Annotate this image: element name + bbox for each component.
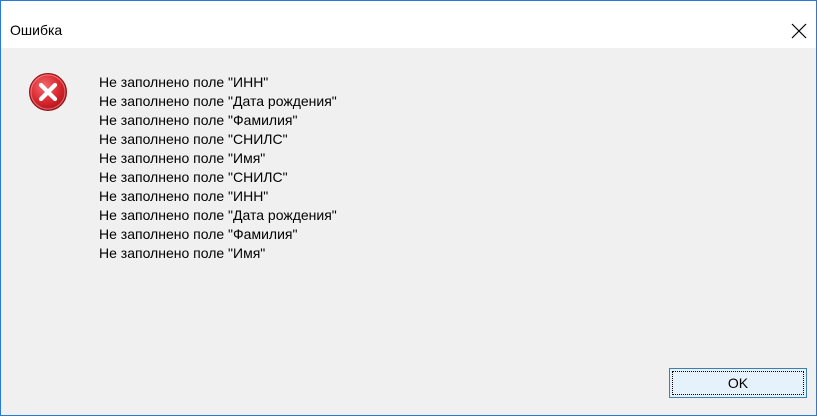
error-message: Не заполнено поле "Фамилия" xyxy=(99,226,298,242)
error-dialog: Ошибка Не заполнено поле "ИНН" Не заполн… xyxy=(0,0,817,416)
error-message: Не заполнено поле "Дата рождения" xyxy=(99,93,337,109)
error-message: Не заполнено поле "Имя" xyxy=(99,245,266,261)
error-icon xyxy=(29,73,67,111)
error-message: Не заполнено поле "Дата рождения" xyxy=(99,207,337,223)
ok-button[interactable]: OK xyxy=(669,368,807,398)
error-message: Не заполнено поле "СНИЛС" xyxy=(99,131,288,147)
error-message: Не заполнено поле "Фамилия" xyxy=(99,112,298,128)
error-message: Не заполнено поле "СНИЛС" xyxy=(99,169,288,185)
window-title: Ошибка xyxy=(10,22,63,38)
error-message: Не заполнено поле "ИНН" xyxy=(99,188,269,204)
close-icon xyxy=(791,23,807,39)
title-bar[interactable]: Ошибка xyxy=(1,1,816,48)
error-message: Не заполнено поле "Имя" xyxy=(99,150,266,166)
error-message: Не заполнено поле "ИНН" xyxy=(99,74,269,90)
error-message-list: Не заполнено поле "ИНН" Не заполнено пол… xyxy=(99,73,337,263)
close-button[interactable] xyxy=(782,16,816,44)
